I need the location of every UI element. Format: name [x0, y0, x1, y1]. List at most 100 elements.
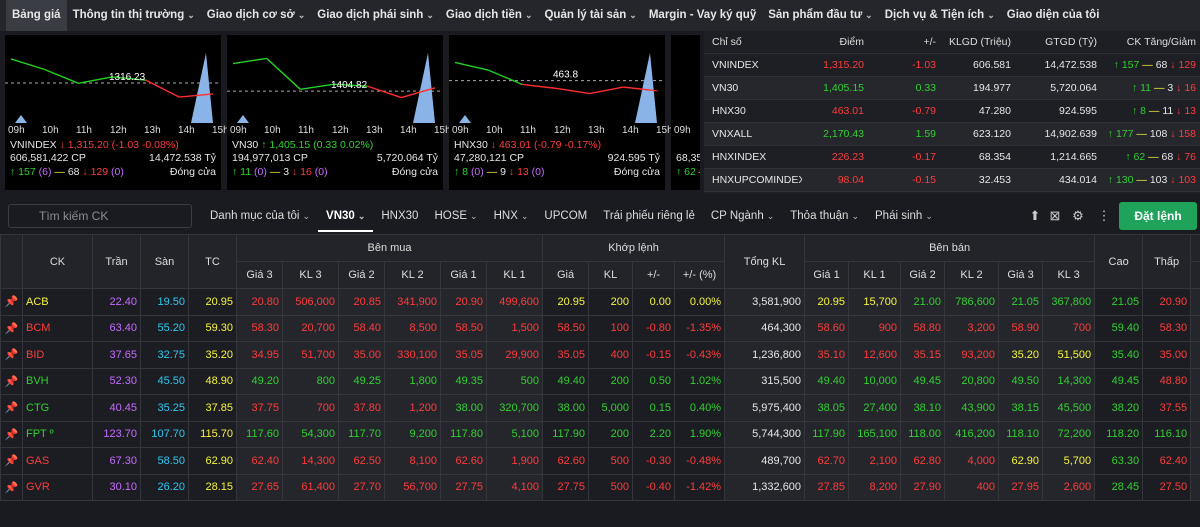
index-chart-3[interactable]: 09h10h11h12h13h14h15h 68,35 ↑ 62 — ↓ [671, 35, 700, 190]
nav-item-1[interactable]: Thông tin thị trường ⌄ [67, 0, 201, 31]
pin-icon[interactable]: 📌 [0, 288, 23, 316]
board-tab-5[interactable]: UPCOM [536, 200, 595, 232]
more-menu-icon[interactable]: ⋮ [1096, 208, 1112, 224]
stock-row[interactable]: 📌 FPT º 123.70 107.70 115.70 117.60 54,300 117.… [0, 420, 1200, 448]
bid-price[interactable]: 117.70 [338, 420, 385, 448]
bid-price[interactable]: 49.20 [236, 367, 283, 395]
ask-price[interactable]: 35.10 [804, 341, 850, 369]
stock-row[interactable]: 📌 BVH 52.30 45.50 48.90 49.20 800 49.25 1,800 49.… [0, 367, 1200, 395]
bid-price[interactable]: 27.65 [236, 473, 283, 501]
bid-price[interactable]: 58.40 [338, 314, 385, 342]
stock-row[interactable]: 📌 BID 37.65 32.75 35.20 34.95 51,700 35.00 330,1… [0, 341, 1200, 369]
ask-price[interactable]: 27.90 [900, 473, 946, 501]
stock-row[interactable]: 📌 CTG 40.45 35.25 37.85 37.75 700 37.80 1,200 38.… [0, 394, 1200, 422]
stock-search-input[interactable] [8, 204, 192, 228]
ask-price[interactable]: 58.60 [804, 314, 850, 342]
stock-symbol[interactable]: GVR [22, 473, 93, 501]
nav-item-4[interactable]: Giao dịch tiền ⌄ [440, 0, 539, 31]
board-tab-0[interactable]: Danh mục của tôi ⌄ [202, 200, 318, 232]
stock-row[interactable]: 📌 BCM 63.40 55.20 59.30 58.30 20,700 58.40 8,500… [0, 314, 1200, 342]
stock-symbol[interactable]: CTG [22, 394, 93, 422]
index-row[interactable]: VNXALL 2,170.43 1.59 623.120 14,902.639 ↑ 177… [704, 123, 1200, 146]
stock-symbol[interactable]: BID [22, 341, 93, 369]
nav-item-3[interactable]: Giao dịch phái sinh ⌄ [311, 0, 440, 31]
settings-gear-icon[interactable]: ⚙ [1070, 208, 1086, 224]
bid-price[interactable]: 35.05 [440, 341, 487, 369]
stock-row[interactable]: 📌 GAS 67.30 58.50 62.90 62.40 14,300 62.50 8,100… [0, 447, 1200, 475]
arrow-up-icon[interactable]: ⬆ [1027, 208, 1043, 224]
bid-price[interactable]: 35.00 [338, 341, 385, 369]
board-tab-6[interactable]: Trái phiếu riêng lẻ [595, 200, 703, 232]
ask-price[interactable]: 35.15 [900, 341, 946, 369]
nav-item-5[interactable]: Quản lý tài sản ⌄ [538, 0, 642, 31]
bid-price[interactable]: 62.60 [440, 447, 487, 475]
nav-item-6[interactable]: Margin - Vay ký quỹ [643, 0, 762, 31]
ask-price[interactable]: 117.90 [804, 420, 850, 448]
board-tab-2[interactable]: HNX30 [373, 200, 426, 232]
board-tab-8[interactable]: Thỏa thuận ⌄ [782, 200, 867, 232]
bid-price[interactable]: 27.70 [338, 473, 385, 501]
excel-export-icon[interactable]: ⊠ [1047, 208, 1063, 224]
stock-symbol[interactable]: FPT º [22, 420, 93, 448]
ask-price[interactable]: 58.90 [998, 314, 1044, 342]
stock-symbol[interactable]: GAS [22, 447, 93, 475]
pin-icon[interactable]: 📌 [0, 314, 23, 342]
bid-price[interactable]: 117.80 [440, 420, 487, 448]
bid-price[interactable]: 37.75 [236, 394, 283, 422]
ask-price[interactable]: 49.40 [804, 367, 850, 395]
board-tab-4[interactable]: HNX ⌄ [486, 200, 537, 232]
ask-price[interactable]: 49.45 [900, 367, 946, 395]
bid-price[interactable]: 58.50 [440, 314, 487, 342]
board-tab-9[interactable]: Phái sinh ⌄ [867, 200, 941, 232]
ask-price[interactable]: 21.00 [900, 288, 946, 316]
ask-price[interactable]: 27.95 [998, 473, 1044, 501]
stock-row[interactable]: 📌 ACB 22.40 19.50 20.95 20.80 506,000 20.85 341,… [0, 288, 1200, 316]
ask-price[interactable]: 118.10 [998, 420, 1044, 448]
ask-price[interactable]: 20.95 [804, 288, 850, 316]
ask-price[interactable]: 118.00 [900, 420, 946, 448]
pin-icon[interactable]: 📌 [0, 473, 23, 501]
board-tab-7[interactable]: CP Ngành ⌄ [703, 200, 782, 232]
index-row[interactable]: HNXUPCOMINDEX 98.04 -0.15 32.453 434.014 ↑ 13… [704, 169, 1200, 192]
ask-price[interactable]: 35.20 [998, 341, 1044, 369]
index-row[interactable]: VNINDEX 1,315.20 -1.03 606.581 14,472.538 ↑ 1… [704, 54, 1200, 77]
pin-icon[interactable]: 📌 [0, 420, 23, 448]
pin-icon[interactable]: 📌 [0, 447, 23, 475]
bid-price[interactable]: 20.85 [338, 288, 385, 316]
nav-item-7[interactable]: Sản phẩm đầu tư ⌄ [762, 0, 879, 31]
nav-item-0[interactable]: Bảng giá [6, 0, 67, 31]
pin-icon[interactable]: 📌 [0, 341, 23, 369]
ask-price[interactable]: 38.10 [900, 394, 946, 422]
bid-price[interactable]: 62.50 [338, 447, 385, 475]
bid-price[interactable]: 27.75 [440, 473, 487, 501]
index-row[interactable]: HNXINDEX 226.23 -0.17 68.354 1,214.665 ↑ 62 —… [704, 146, 1200, 169]
bid-price[interactable]: 37.80 [338, 394, 385, 422]
index-chart-1[interactable]: 1404.82 09h 10h 11h 12h 13h 14h 15h VN30 ↑ 1,405… [227, 35, 451, 190]
stock-symbol[interactable]: BVH [22, 367, 93, 395]
index-chart-2[interactable]: 463.8 09h 10h 11h 12h 13h 14h 15h HNX30 ↓ 463.01… [449, 35, 673, 190]
ask-price[interactable]: 62.80 [900, 447, 946, 475]
ask-price[interactable]: 58.80 [900, 314, 946, 342]
ask-price[interactable]: 62.70 [804, 447, 850, 475]
nav-item-9[interactable]: Giao diện của tôi [1001, 0, 1106, 31]
bid-price[interactable]: 20.90 [440, 288, 487, 316]
bid-price[interactable]: 49.25 [338, 367, 385, 395]
board-tab-3[interactable]: HOSE ⌄ [426, 200, 485, 232]
ask-price[interactable]: 38.15 [998, 394, 1044, 422]
ask-price[interactable]: 62.90 [998, 447, 1044, 475]
stock-row[interactable]: 📌 GVR 30.10 26.20 28.15 27.65 61,400 27.70 56,70… [0, 473, 1200, 501]
ask-price[interactable]: 27.85 [804, 473, 850, 501]
bid-price[interactable]: 62.40 [236, 447, 283, 475]
nav-item-8[interactable]: Dịch vụ & Tiện ích ⌄ [879, 0, 1001, 31]
bid-price[interactable]: 34.95 [236, 341, 283, 369]
nav-item-2[interactable]: Giao dịch cơ sở ⌄ [201, 0, 311, 31]
bid-price[interactable]: 20.80 [236, 288, 283, 316]
bid-price[interactable]: 58.30 [236, 314, 283, 342]
ask-price[interactable]: 49.50 [998, 367, 1044, 395]
bid-price[interactable]: 49.35 [440, 367, 487, 395]
pin-icon[interactable]: 📌 [0, 394, 23, 422]
index-chart-0[interactable]: 1316.23 09h 10h 11h 12h 13h 14h 15h VNINDEX ↓ 1,… [5, 35, 229, 190]
ask-price[interactable]: 21.05 [998, 288, 1044, 316]
ask-price[interactable]: 38.05 [804, 394, 850, 422]
index-row[interactable]: HNX30 463.01 -0.79 47.280 924.595 ↑ 8 — 11 ↓ … [704, 100, 1200, 123]
